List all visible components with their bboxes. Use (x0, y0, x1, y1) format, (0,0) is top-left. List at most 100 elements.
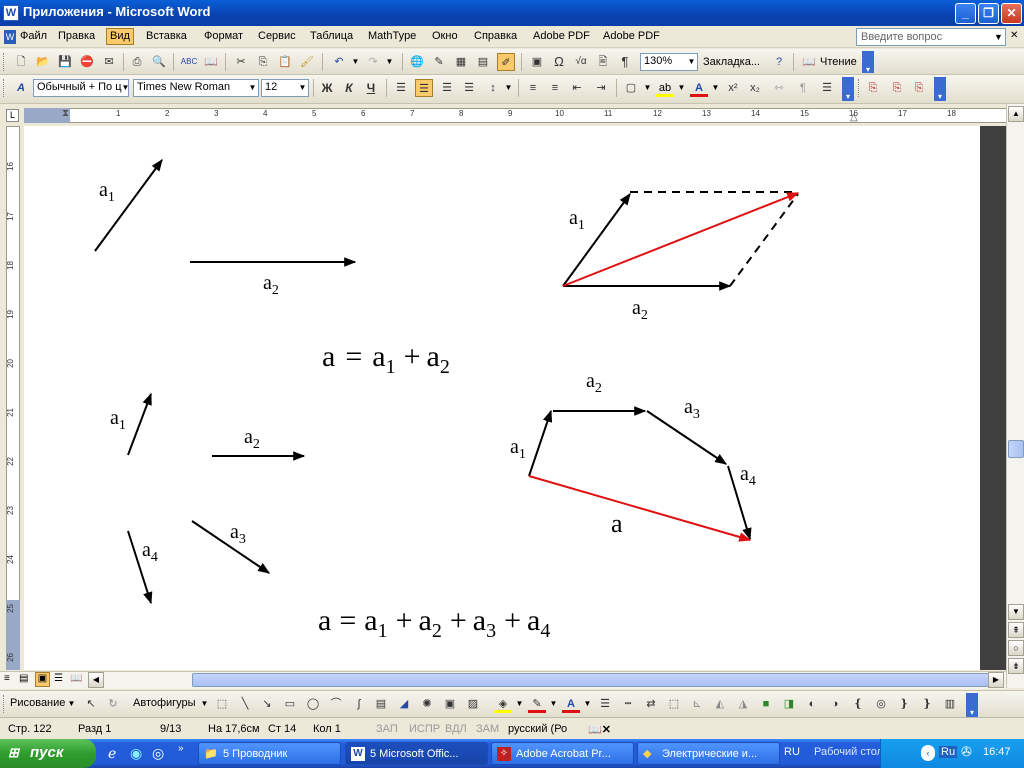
reading-view-icon[interactable]: 📖 (70, 673, 82, 684)
rectangle-icon[interactable]: ▭ (281, 695, 299, 713)
bullets-icon[interactable]: ≡ (546, 79, 564, 97)
distributed-icon[interactable]: ⇿ (770, 79, 788, 97)
highlight-icon[interactable]: ab (656, 79, 674, 97)
toolbar-grip[interactable] (3, 53, 6, 71)
font-size-dropdown-icon[interactable]: ▼ (297, 80, 308, 96)
columns-icon[interactable]: ▥ (941, 695, 959, 713)
next-page-icon[interactable]: ⇟ (1008, 658, 1024, 674)
network-icon[interactable]: ✇ (961, 744, 972, 760)
drawing-font-color-dropdown-icon[interactable]: ▼ (582, 696, 593, 712)
toolbar-grip[interactable] (3, 695, 6, 713)
underline-button[interactable]: Ч (362, 79, 380, 97)
order-icon[interactable]: ◭ (711, 695, 729, 713)
media-player-icon[interactable]: ◉ (130, 745, 142, 762)
reading-button[interactable]: Чтение (820, 56, 857, 68)
fill-color-icon[interactable]: ◈ (494, 695, 512, 713)
scroll-right-icon[interactable]: ▶ (988, 672, 1004, 688)
rtl-icon[interactable]: ¶ (794, 79, 812, 97)
status-position[interactable]: На 17,6см (208, 723, 260, 735)
justify-icon[interactable]: ☰ (460, 79, 478, 97)
select-objects-icon[interactable]: ↖ (82, 695, 100, 713)
borders-dropdown-icon[interactable]: ▼ (642, 80, 653, 96)
horizontal-ruler[interactable]: L ⧗ △ 1 2 3 4 5 6 7 8 9 10 11 12 13 14 1… (0, 104, 1024, 126)
align-icon[interactable]: ⊾ (688, 695, 706, 713)
menu-tools[interactable]: Сервис (255, 29, 299, 46)
tray-language[interactable]: Ru (939, 746, 958, 758)
scroll-left-icon[interactable]: ◀ (88, 672, 104, 688)
task-acrobat[interactable]: ✧ Adobe Acrobat Pr... (491, 742, 634, 765)
pdf-convert-icon[interactable]: ⎘ (864, 79, 882, 97)
menu-adobe-pdf-2[interactable]: Adobe PDF (600, 29, 663, 46)
hscroll-thumb[interactable] (192, 673, 992, 687)
new-document-icon[interactable]: 🗋 (12, 53, 30, 71)
menu-adobe-pdf-1[interactable]: Adobe PDF (530, 29, 593, 46)
vertical-scrollbar[interactable]: ▲ ▼ ⇞ ○ ⇟ (1006, 104, 1024, 688)
align-center-icon[interactable]: ☰ (415, 79, 433, 97)
font-select[interactable]: Times New Roman (133, 79, 259, 97)
insert-table-icon[interactable]: ▦ (452, 53, 470, 71)
help-icon[interactable]: ? (770, 53, 788, 71)
flip-icon[interactable]: ◮ (734, 695, 752, 713)
style-dropdown-icon[interactable]: ▼ (120, 80, 131, 96)
word-app-icon[interactable]: W (3, 5, 19, 21)
autoshapes-dropdown-icon[interactable]: ▼ (199, 696, 210, 712)
brace-icon[interactable]: ❵ (895, 695, 913, 713)
status-page[interactable]: Стр. 122 (8, 723, 52, 735)
polygon-a3[interactable] (646, 410, 727, 465)
menu-insert[interactable]: Вставка (143, 29, 190, 46)
menu-window[interactable]: Окно (429, 29, 461, 46)
polygon-a1[interactable] (528, 409, 553, 477)
scroll-down-icon[interactable]: ▼ (1008, 604, 1024, 620)
toolbar-options-icon[interactable]: ▾ (842, 77, 854, 101)
menu-edit[interactable]: Правка (55, 29, 98, 46)
numbering-icon[interactable]: ≡ (524, 79, 542, 97)
brace-right-icon[interactable]: ❵ (918, 695, 936, 713)
bracket-icon[interactable]: ◎ (872, 695, 890, 713)
status-pages[interactable]: 9/13 (160, 723, 181, 735)
parallelogram-resultant[interactable] (562, 192, 800, 287)
menu-help[interactable]: Справка (471, 29, 520, 46)
desktop-toolbar-label[interactable]: Рабочий стол (814, 746, 883, 758)
spelling-icon[interactable]: ABC (180, 53, 198, 71)
start-button[interactable]: ⊞ пуск (0, 739, 96, 768)
insert-excel-icon[interactable]: ▤ (474, 53, 492, 71)
permission-icon[interactable]: ⛔ (78, 53, 96, 71)
reading-icon[interactable]: 📖 (800, 53, 818, 71)
status-extend[interactable]: ВДЛ (445, 723, 467, 735)
curve-icon[interactable]: ⌒ (327, 695, 345, 713)
clipart-icon[interactable]: ▣ (441, 695, 459, 713)
bookmark-button[interactable]: Закладка... (703, 56, 760, 68)
menu-file[interactable]: Файл (17, 29, 50, 46)
brace-left-icon[interactable]: ❴ (849, 695, 867, 713)
menu-format[interactable]: Формат (201, 29, 246, 46)
spelling-status-icon[interactable]: 📖✕ (588, 723, 611, 736)
email-icon[interactable]: ✉ (100, 53, 118, 71)
menu-table[interactable]: Таблица (307, 29, 356, 46)
line-style-icon[interactable]: ☰ (596, 695, 614, 713)
font-dropdown-icon[interactable]: ▼ (247, 80, 258, 96)
status-section[interactable]: Разд 1 (78, 723, 111, 735)
style-select[interactable]: Обычный + По ц (33, 79, 129, 97)
web-view-icon[interactable]: ▤ (19, 673, 28, 684)
print-icon[interactable]: ⎙ (128, 53, 146, 71)
autoshapes-button[interactable]: Автофигуры (133, 697, 196, 709)
outlook-icon[interactable]: ◎ (152, 745, 164, 762)
canvas-icon[interactable]: ⬚ (213, 695, 231, 713)
line-spacing-icon[interactable]: ↕ (484, 79, 502, 97)
arrow-icon[interactable]: ↘ (258, 695, 276, 713)
status-record[interactable]: ЗАП (376, 723, 398, 735)
toolbar-options-icon[interactable]: ▾ (934, 77, 946, 101)
maximize-button[interactable]: ❐ (978, 3, 999, 24)
select-browse-object-icon[interactable]: ○ (1008, 640, 1024, 656)
polygon-resultant[interactable] (528, 475, 752, 542)
outline-view-icon[interactable]: ☰ (54, 673, 63, 684)
menu-view[interactable]: Вид (106, 28, 134, 45)
drawing-menu-button[interactable]: Рисование (10, 697, 65, 709)
vertical-ruler[interactable]: 16 17 18 19 20 21 22 23 24 25 26 (0, 126, 24, 670)
shadow-icon[interactable]: ■ (757, 695, 775, 713)
redo-icon[interactable]: ↷ (364, 53, 382, 71)
show-hide-panel-icon[interactable]: 🖹 (594, 53, 612, 71)
ask-question-input[interactable]: Введите вопрос (856, 28, 1006, 46)
freeform-icon[interactable]: ʃ (350, 695, 368, 713)
3d-icon[interactable]: ◨ (780, 695, 798, 713)
